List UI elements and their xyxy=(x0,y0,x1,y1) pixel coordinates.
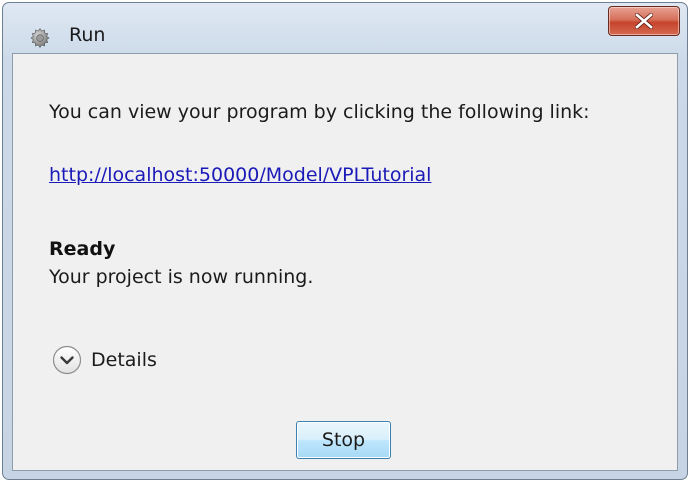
run-dialog-window: Run You can view your program by clickin… xyxy=(2,2,688,480)
status-title: Ready xyxy=(49,238,116,260)
details-expander[interactable]: Details xyxy=(51,343,157,377)
program-link[interactable]: http://localhost:50000/Model/VPLTutorial xyxy=(49,161,431,189)
title-bar[interactable]: Run xyxy=(3,3,687,53)
chevron-down-icon[interactable] xyxy=(51,344,83,376)
close-icon xyxy=(635,13,653,29)
window-title: Run xyxy=(69,24,106,46)
info-message: You can view your program by clicking th… xyxy=(49,101,590,123)
stop-button[interactable]: Stop xyxy=(296,421,391,459)
status-message: Your project is now running. xyxy=(49,266,314,288)
close-button[interactable] xyxy=(608,6,680,36)
details-label: Details xyxy=(91,349,157,371)
gear-icon xyxy=(29,27,51,49)
